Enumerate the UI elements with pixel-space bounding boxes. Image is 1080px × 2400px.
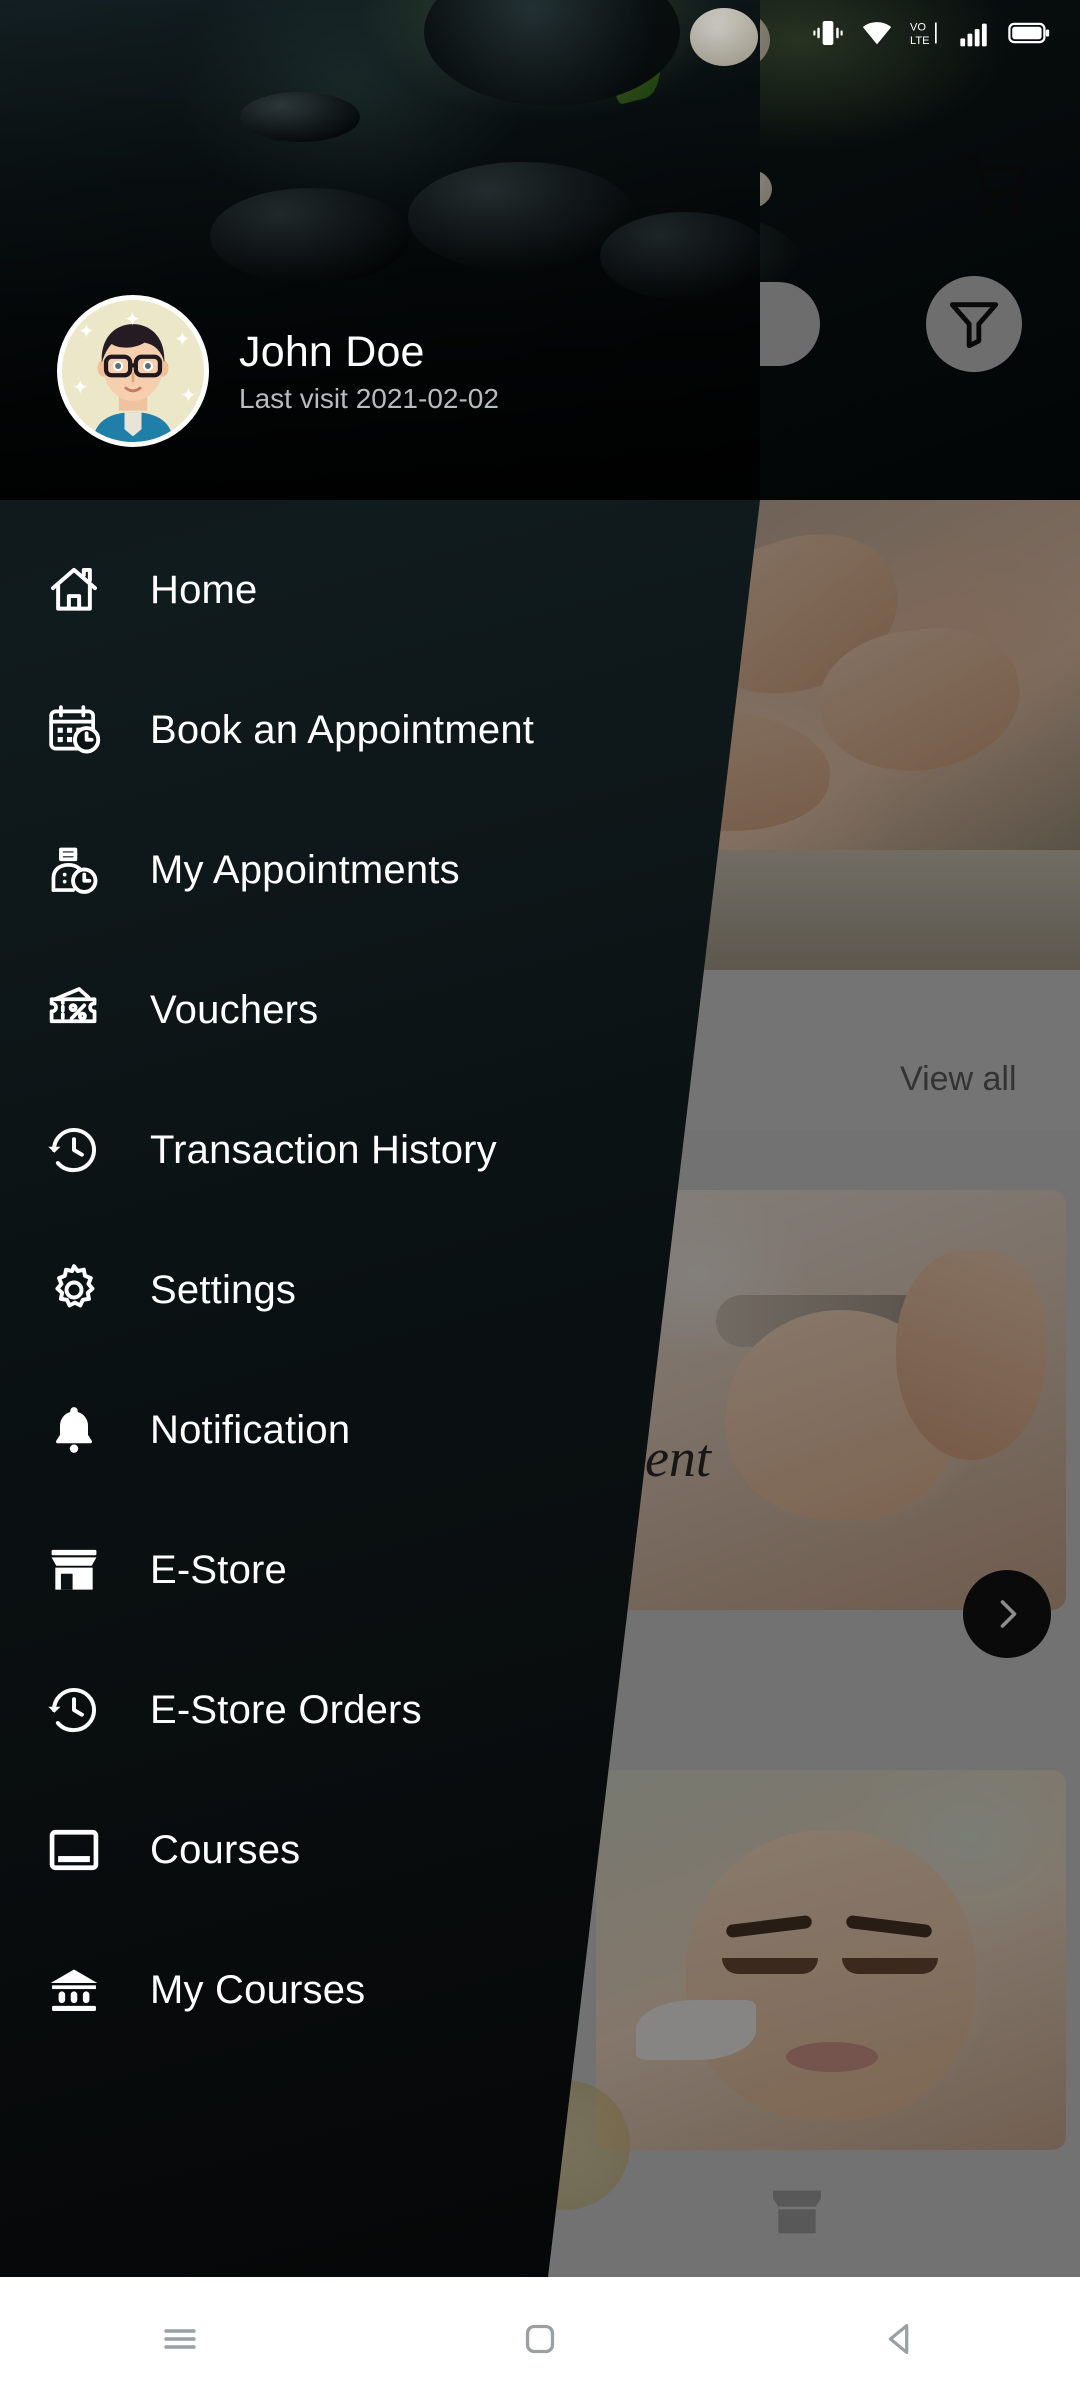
status-bar: VO LTE (0, 0, 1080, 66)
menu-label: Vouchers (150, 987, 319, 1032)
menu-label: Notification (150, 1407, 351, 1452)
profile-text-block: John Doe Last visit 2021-02-02 (239, 328, 499, 415)
history-clock-icon (28, 1122, 120, 1178)
whiteboard-icon (28, 1822, 120, 1878)
avatar[interactable]: ✦ ✦ ✦ ✦ ✦ (57, 295, 209, 447)
profile-last-visit: Last visit 2021-02-02 (239, 382, 499, 414)
menu-label: My Appointments (150, 847, 460, 892)
calendar-clock-icon (28, 702, 120, 758)
profile-name: John Doe (239, 327, 425, 376)
bell-icon (28, 1402, 120, 1458)
drawer-profile[interactable]: ✦ ✦ ✦ ✦ ✦ John Doe Last visit 2021-02-02 (57, 295, 499, 447)
square-icon (525, 2324, 555, 2353)
nav-back-button[interactable] (845, 2284, 955, 2394)
android-nav-bar (0, 2277, 1080, 2400)
menu-item-book-an-appointment[interactable]: Book an Appointment (0, 660, 760, 800)
person-clock-icon (28, 842, 120, 898)
svg-text:LTE: LTE (910, 35, 929, 47)
menu-label: E-Store (150, 1547, 288, 1592)
signal-icon (960, 23, 987, 47)
menu-item-home[interactable]: Home (0, 520, 760, 660)
home-icon (28, 562, 120, 618)
battery-icon (1008, 22, 1050, 44)
phone-screen: View all r a eatment air spa (0, 0, 1080, 2400)
wifi-icon (862, 22, 892, 45)
nav-recents-button[interactable] (125, 2284, 235, 2394)
menu-item-vouchers[interactable]: Vouchers (0, 940, 760, 1080)
gear-icon (28, 1262, 120, 1318)
storefront-icon (28, 1542, 120, 1598)
institution-icon (28, 1962, 120, 2018)
menu-lines-icon (164, 2328, 196, 2349)
back-triangle-icon (888, 2323, 909, 2354)
history-clock-icon (28, 1682, 120, 1738)
voucher-percent-icon (28, 982, 120, 1038)
vibrate-icon (813, 21, 843, 45)
menu-label: Transaction History (150, 1127, 497, 1172)
menu-label: Settings (150, 1267, 297, 1312)
menu-label: Home (150, 567, 258, 612)
menu-item-my-appointments[interactable]: My Appointments (0, 800, 760, 940)
menu-label: E-Store Orders (150, 1687, 422, 1732)
menu-item-transaction-history[interactable]: Transaction History (0, 1080, 760, 1220)
volte-icon: VO LTE (910, 22, 937, 47)
menu-label: Courses (150, 1827, 301, 1872)
nav-home-button[interactable] (485, 2284, 595, 2394)
menu-label: Book an Appointment (150, 707, 535, 752)
menu-label: My Courses (150, 1967, 366, 2012)
menu-item-settings[interactable]: Settings (0, 1220, 760, 1360)
svg-text:VO: VO (910, 22, 926, 34)
